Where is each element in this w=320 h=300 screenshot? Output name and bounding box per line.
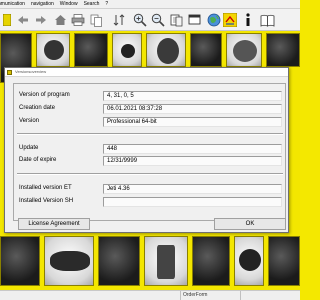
back-arrow-icon[interactable]: [15, 12, 31, 28]
product-tile: [98, 236, 140, 286]
dialog-title: Versionsoverview: [15, 69, 47, 74]
menu-bar: nmunication navigation Window Search ?: [0, 0, 300, 9]
update-value: 448: [103, 144, 282, 154]
installed-version-et-value: Jeti 4.36: [103, 184, 282, 194]
home-icon[interactable]: [52, 12, 68, 28]
date-of-expire-label: Date of expire: [19, 157, 57, 163]
update-label: Update: [19, 145, 39, 151]
version-label: Version: [19, 118, 40, 124]
window-icon[interactable]: [186, 12, 202, 28]
arrows-icon[interactable]: [222, 12, 238, 28]
menu-window[interactable]: Window: [60, 1, 78, 7]
zoom-in-icon[interactable]: [132, 12, 148, 28]
zoom-out-icon[interactable]: [150, 12, 166, 28]
yellow-square-icon[interactable]: [2, 12, 12, 28]
creation-date-value: 06.01.2021 08:37:28: [103, 104, 282, 114]
status-cell: [0, 291, 120, 300]
ok-button[interactable]: OK: [214, 218, 286, 230]
date-of-expire-value: 12/31/9999: [103, 156, 282, 166]
sort-icon[interactable]: [111, 12, 127, 28]
status-order-form[interactable]: OrderForm: [180, 291, 240, 300]
version-of-program-label: Version of program: [19, 92, 70, 98]
version-overview-dialog: Versionsoverview Version of program 4, 3…: [4, 67, 289, 233]
forward-arrow-icon[interactable]: [33, 12, 49, 28]
book-icon[interactable]: [258, 12, 276, 28]
product-tile: [74, 33, 108, 67]
license-agreement-button[interactable]: License Agreement: [18, 218, 90, 230]
separator: [17, 173, 283, 175]
product-tile: [266, 33, 300, 67]
print-icon[interactable]: [70, 12, 86, 28]
product-tile: [36, 33, 70, 67]
menu-navigation[interactable]: navigation: [31, 1, 54, 7]
installed-version-sh-label: Installed Version SH: [19, 198, 74, 204]
copy-icon[interactable]: [88, 12, 104, 28]
menu-search[interactable]: Search: [84, 1, 100, 7]
menu-help[interactable]: ?: [105, 1, 108, 7]
separator: [17, 133, 283, 135]
dialog-info-panel: Version of program 4, 31, 0, 5 Creation …: [13, 83, 286, 221]
product-tile: [146, 33, 186, 67]
installed-version-et-label: Installed version ET: [19, 185, 72, 191]
product-tile: [0, 236, 40, 286]
dialog-title-bar[interactable]: Versionsoverview: [5, 68, 288, 77]
product-tile: [190, 33, 222, 67]
info-icon[interactable]: [241, 12, 255, 28]
globe-icon[interactable]: [206, 12, 222, 28]
product-tile: [226, 33, 262, 67]
product-tile: [234, 236, 264, 286]
pages-icon[interactable]: [168, 12, 184, 28]
product-tile: [144, 236, 188, 286]
product-tile: [112, 33, 142, 67]
version-value: Professional 64-bit: [103, 117, 282, 127]
dialog-app-icon: [7, 70, 12, 75]
version-of-program-value: 4, 31, 0, 5: [103, 91, 282, 101]
installed-version-sh-value: [103, 197, 282, 207]
product-tile: [192, 236, 230, 286]
menu-communication[interactable]: nmunication: [0, 1, 25, 7]
toolbar: [0, 9, 300, 31]
product-tile: [44, 236, 94, 286]
product-tile: [268, 236, 300, 286]
creation-date-label: Creation date: [19, 105, 56, 111]
status-bar: OrderForm: [0, 290, 300, 300]
status-cell: [240, 291, 300, 300]
